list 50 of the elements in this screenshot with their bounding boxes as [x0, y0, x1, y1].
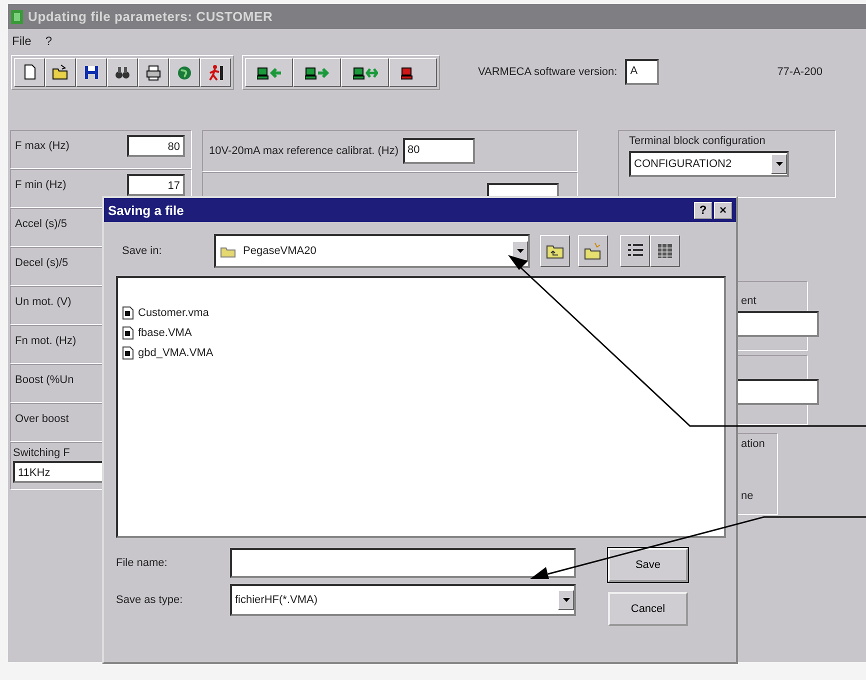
field-label: File name: — [116, 557, 168, 569]
option-label: ne — [741, 490, 754, 502]
folder-icon — [220, 244, 236, 258]
input-field[interactable]: 80 — [127, 135, 185, 157]
save-button[interactable]: Save — [608, 548, 688, 582]
cancel-button[interactable]: Cancel — [608, 592, 688, 626]
group-label: ent — [741, 295, 756, 307]
printer-icon[interactable] — [144, 62, 163, 82]
dropdown-arrow-icon — [516, 249, 524, 253]
document-entry[interactable]: Customer.vma — [122, 306, 209, 320]
close-button[interactable]: × — [714, 202, 732, 218]
file-icon — [122, 306, 134, 320]
folder-dropdown[interactable]: PegaseVMA20 — [214, 234, 530, 268]
window-title: Updating file parameters: CUSTOMER — [28, 9, 273, 24]
field-label: Over boost — [15, 413, 69, 425]
field-label: Save in: — [122, 245, 163, 257]
field-label: Fn mot. (Hz) — [15, 335, 76, 347]
app-icon — [10, 8, 24, 24]
file-name-field[interactable] — [230, 548, 576, 578]
help-button[interactable]: ? — [694, 202, 712, 218]
dropdown[interactable]: CONFIGURATION2 — [629, 151, 789, 177]
field-label: Switching F — [13, 447, 70, 459]
input-field[interactable]: 80 — [402, 138, 475, 164]
menu-item[interactable]: File — [12, 34, 32, 48]
file-icon — [122, 346, 134, 360]
document-entry[interactable]: gbd_VMA.VMA — [122, 346, 214, 360]
field-label: 10V-20mA max reference calibrat. (Hz) — [209, 145, 399, 157]
details-view-icon[interactable] — [655, 241, 675, 261]
dropdown-arrow-icon — [562, 598, 570, 602]
file-icon — [122, 326, 134, 340]
menu-item[interactable]: ? — [45, 34, 52, 48]
field-label: Un mot. (V) — [15, 296, 72, 308]
dialog-title: Saving a file — [108, 202, 184, 218]
version-field[interactable]: A — [625, 59, 660, 85]
field-label: Accel (s)/5 — [15, 218, 67, 230]
reference-text: 77-A-200 — [777, 66, 822, 78]
open-folder-icon[interactable] — [51, 62, 70, 82]
field-label: Decel (s)/5 — [15, 257, 68, 269]
dropdown-arrow-icon — [776, 162, 782, 166]
field-label: VARMECA software version: — [478, 66, 618, 78]
field-label: Save as type: — [116, 594, 184, 606]
file-type-dropdown[interactable]: fichierHF(*.VMA) — [230, 584, 576, 616]
group-label: ation — [741, 438, 765, 450]
field-label: Boost (%Un — [15, 374, 74, 386]
document-entry[interactable]: fbase.VMA — [122, 326, 192, 340]
input-field[interactable]: 17 — [127, 174, 185, 196]
field-label: F max (Hz) — [15, 140, 70, 152]
new-folder-icon[interactable] — [583, 241, 603, 261]
field-label: F min (Hz) — [15, 179, 66, 191]
group-label: Terminal block configuration — [629, 135, 766, 147]
